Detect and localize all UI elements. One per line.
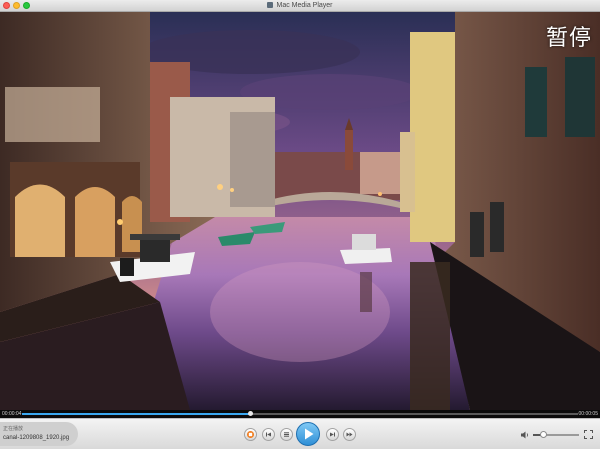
play-button[interactable] [296, 422, 320, 446]
pause-status-text: 暂停 [545, 26, 592, 51]
volume-slider[interactable] [533, 431, 579, 438]
total-time: 00:00:05 [578, 411, 598, 417]
file-name: canal-1209808_1920.jpg [3, 435, 70, 441]
video-image [0, 12, 600, 410]
previous-icon [266, 432, 271, 437]
stop-button[interactable] [244, 428, 257, 441]
volume-icon[interactable] [521, 431, 530, 439]
stop-icon [247, 431, 254, 438]
current-time: 00:00:04 [2, 411, 22, 417]
list-icon [284, 432, 289, 437]
fullscreen-icon[interactable] [584, 430, 593, 439]
video-frame[interactable]: 暂停 [0, 12, 600, 410]
now-playing-panel[interactable]: 正在播放 canal-1209808_1920.jpg [0, 422, 78, 446]
app-icon [267, 2, 274, 8]
media-player-window: Mac Media Player 暂停 00:00:04 00:00:05 正在… [0, 0, 600, 449]
previous-button[interactable] [262, 428, 275, 441]
skip-forward-button[interactable] [343, 428, 356, 441]
title-bar[interactable]: Mac Media Player [0, 0, 600, 12]
window-title-wrap: Mac Media Player [0, 0, 600, 11]
now-playing-label: 正在播放 [3, 426, 24, 432]
seek-played [22, 413, 250, 415]
seek-track[interactable] [22, 411, 578, 416]
menu-button[interactable] [280, 428, 293, 441]
volume-handle[interactable] [540, 431, 548, 438]
seek-handle[interactable] [247, 411, 253, 416]
next-icon [330, 432, 335, 437]
skip-forward-icon [346, 432, 353, 437]
progress-bar[interactable]: 00:00:04 00:00:05 [0, 410, 600, 418]
window-title: Mac Media Player [276, 2, 333, 9]
play-icon [305, 428, 314, 440]
control-bar: 正在播放 canal-1209808_1920.jpg [0, 418, 600, 449]
next-button[interactable] [326, 428, 339, 441]
